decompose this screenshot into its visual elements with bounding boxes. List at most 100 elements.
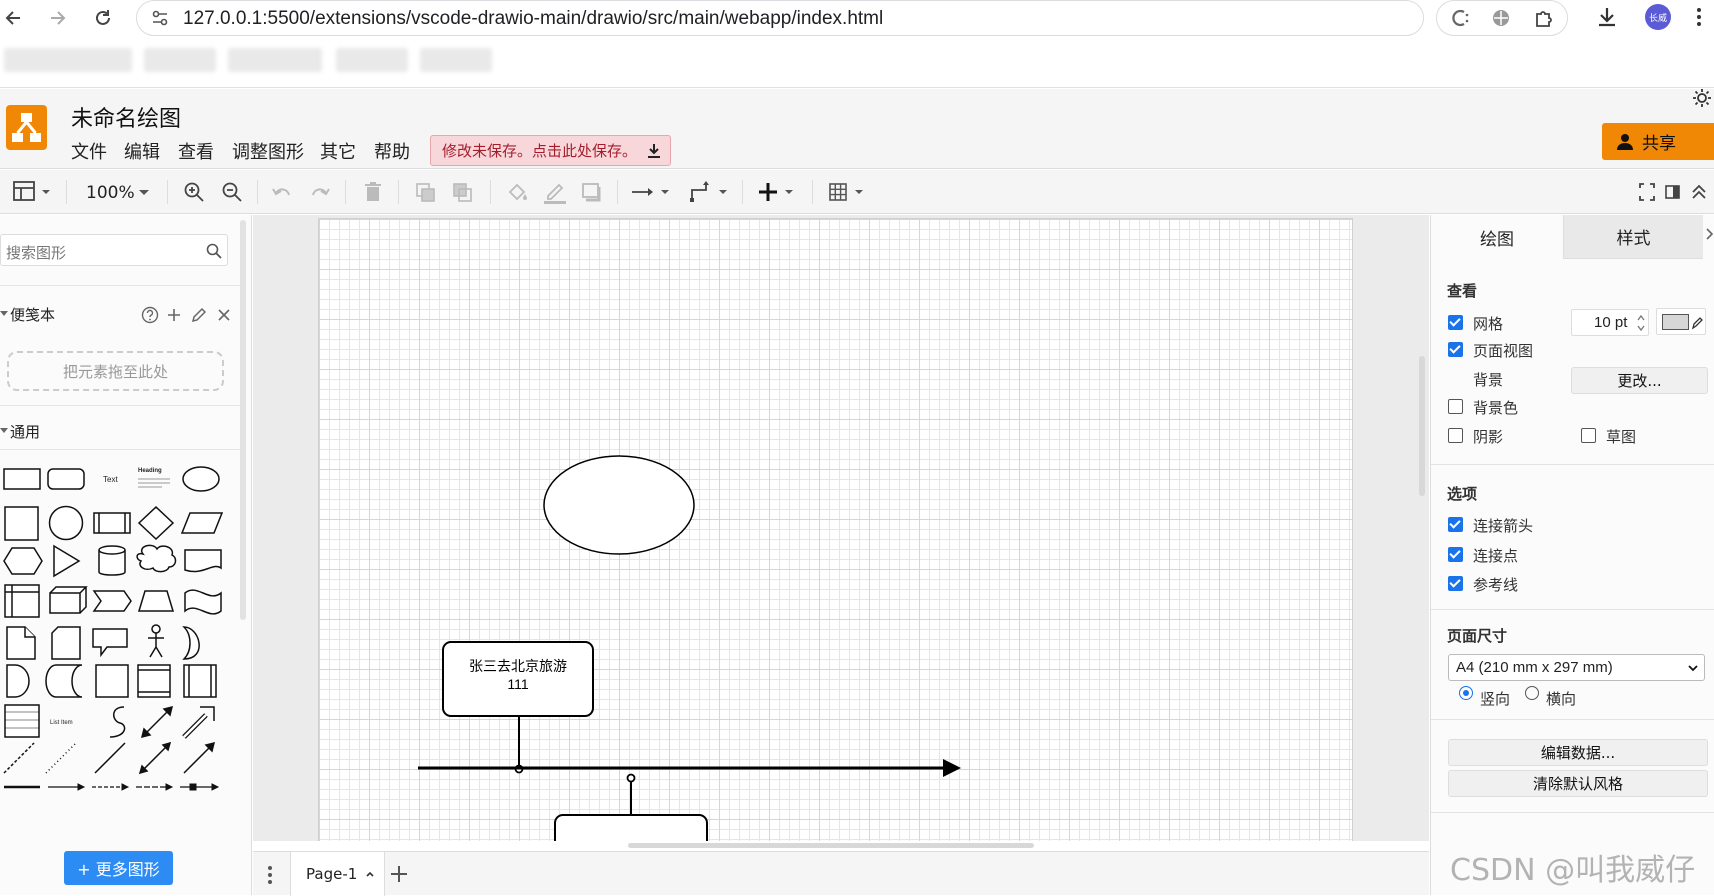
connection-arrows-checkbox[interactable] xyxy=(1448,517,1463,532)
format-panel-toggle[interactable] xyxy=(12,180,54,204)
share-label: 共享 xyxy=(1642,134,1676,154)
menu-extras[interactable]: 其它 xyxy=(320,138,356,164)
share-button[interactable]: 共享 xyxy=(1602,123,1714,160)
canvas-area[interactable]: 张三去北京旅游 111 xyxy=(253,215,1429,841)
browser-chrome: 127.0.0.1:5500/extensions/vscode-drawio-… xyxy=(0,0,1714,88)
landscape-radio[interactable] xyxy=(1525,686,1539,700)
background-color-checkbox[interactable] xyxy=(1448,399,1463,414)
insert-plus-icon[interactable] xyxy=(758,180,800,204)
edit-data-button[interactable]: 编辑数据... xyxy=(1448,739,1708,766)
general-shapes-title[interactable]: 通用 xyxy=(10,421,40,442)
timeline-arrowhead xyxy=(943,759,961,777)
add-icon[interactable] xyxy=(166,306,182,324)
fill-color-icon[interactable] xyxy=(506,180,530,204)
canvas-horizontal-scrollbar[interactable] xyxy=(628,843,1034,848)
connector-top-circle xyxy=(626,773,636,783)
theme-sun-icon[interactable] xyxy=(1692,88,1712,108)
text-shape[interactable]: Text xyxy=(103,475,118,484)
browser-menu-icon[interactable] xyxy=(1696,6,1702,28)
search-placeholder: 搜索图形 xyxy=(6,244,67,262)
connection-points-checkbox[interactable] xyxy=(1448,547,1463,562)
page-view-label: 页面视图 xyxy=(1473,342,1534,360)
portrait-radio[interactable] xyxy=(1459,686,1473,700)
forward-icon[interactable] xyxy=(43,4,71,32)
avatar[interactable]: 长威 xyxy=(1645,4,1671,30)
page-view-checkbox[interactable] xyxy=(1448,342,1463,357)
tab-style[interactable]: 样式 xyxy=(1563,215,1703,259)
background-label: 背景 xyxy=(1473,371,1504,389)
more-shapes-button[interactable]: + 更多图形 xyxy=(64,851,173,885)
list-item-shape[interactable]: List Item xyxy=(50,720,73,726)
unsaved-changes-button[interactable]: 修改未保存。点击此处保存。 xyxy=(430,135,671,166)
page-tab[interactable]: Page-1 xyxy=(290,852,385,896)
back-icon[interactable] xyxy=(0,4,28,32)
delete-icon[interactable] xyxy=(362,180,384,204)
change-background-button[interactable]: 更改... xyxy=(1571,367,1708,394)
guides-checkbox[interactable] xyxy=(1448,576,1463,591)
reload-icon[interactable] xyxy=(89,4,117,32)
address-bar[interactable]: 127.0.0.1:5500/extensions/vscode-drawio-… xyxy=(136,0,1424,36)
shadow-icon[interactable] xyxy=(580,180,604,204)
fullscreen-icon[interactable] xyxy=(1638,180,1656,204)
undo-icon[interactable] xyxy=(270,180,294,204)
rounded-rectangle-shape xyxy=(47,468,85,490)
format-panel-icon[interactable] xyxy=(1664,180,1682,204)
shadow-checkbox[interactable] xyxy=(1448,428,1463,443)
extensions-puzzle-icon[interactable] xyxy=(1533,7,1555,29)
edit-pencil-icon[interactable] xyxy=(190,306,206,324)
connection-arrows-label: 连接箭头 xyxy=(1473,517,1534,535)
extension-c-icon[interactable] xyxy=(1449,7,1471,29)
chevron-right-icon[interactable] xyxy=(1705,227,1713,241)
collapse-caret-icon[interactable] xyxy=(0,309,8,319)
translate-icon[interactable] xyxy=(1491,8,1511,28)
search-icon[interactable] xyxy=(206,243,222,259)
close-icon[interactable] xyxy=(216,306,232,324)
collapse-icon[interactable] xyxy=(1690,180,1708,204)
chevron-up-icon[interactable] xyxy=(365,869,375,879)
zoom-dropdown-icon[interactable] xyxy=(137,180,151,204)
menu-arrange[interactable]: 调整图形 xyxy=(232,138,304,164)
zoom-in-icon[interactable] xyxy=(182,180,206,204)
tab-diagram[interactable]: 绘图 xyxy=(1431,215,1563,259)
drawio-logo xyxy=(6,105,47,150)
sketch-checkbox[interactable] xyxy=(1581,428,1596,443)
grid-size-input[interactable]: 10 pt xyxy=(1571,309,1649,336)
shape-search-input[interactable]: 搜索图形 xyxy=(0,234,228,266)
clear-default-style-button[interactable]: 清除默认风格 xyxy=(1448,770,1708,797)
heading-shape[interactable]: Heading xyxy=(138,468,162,474)
add-page-icon[interactable] xyxy=(389,864,409,884)
guides-label: 参考线 xyxy=(1473,576,1519,594)
grid-color-picker[interactable] xyxy=(1656,308,1706,335)
menu-view[interactable]: 查看 xyxy=(178,138,214,164)
menu-help[interactable]: 帮助 xyxy=(374,138,410,164)
to-back-icon[interactable] xyxy=(452,180,474,204)
sidebar-scrollbar[interactable] xyxy=(240,220,246,620)
general-shapes-grid[interactable] xyxy=(0,455,232,795)
scratchpad-title[interactable]: 便笺本 xyxy=(10,304,55,325)
download-icon[interactable] xyxy=(1595,5,1619,29)
zoom-level[interactable]: 100% xyxy=(86,183,135,203)
toolbar: 100% xyxy=(0,170,1714,214)
menu-edit[interactable]: 编辑 xyxy=(124,138,160,164)
pages-menu-icon[interactable] xyxy=(267,864,273,886)
site-info-icon[interactable] xyxy=(151,9,169,27)
table-icon[interactable] xyxy=(828,180,870,204)
connection-style-icon[interactable] xyxy=(630,180,674,204)
help-icon[interactable] xyxy=(141,306,159,324)
menu-file[interactable]: 文件 xyxy=(71,138,107,164)
line-color-icon[interactable] xyxy=(542,180,568,204)
scratchpad-drop-area[interactable]: 把元素拖至此处 xyxy=(7,351,224,391)
to-front-icon[interactable] xyxy=(415,180,437,204)
zoom-out-icon[interactable] xyxy=(220,180,244,204)
waypoints-icon[interactable] xyxy=(688,180,732,204)
document-title[interactable]: 未命名绘图 xyxy=(71,101,181,133)
page-size-select[interactable]: A4 (210 mm x 297 mm) xyxy=(1448,654,1705,681)
eyedropper-icon[interactable] xyxy=(1691,314,1703,330)
collapse-caret-icon[interactable] xyxy=(0,426,8,436)
text-box-label[interactable]: 张三去北京旅游 111 xyxy=(443,657,593,693)
drop-hint: 把元素拖至此处 xyxy=(62,362,168,381)
spinner-icon[interactable] xyxy=(1636,312,1646,334)
divider xyxy=(1431,464,1714,465)
redo-icon[interactable] xyxy=(308,180,332,204)
grid-checkbox[interactable] xyxy=(1448,315,1463,330)
